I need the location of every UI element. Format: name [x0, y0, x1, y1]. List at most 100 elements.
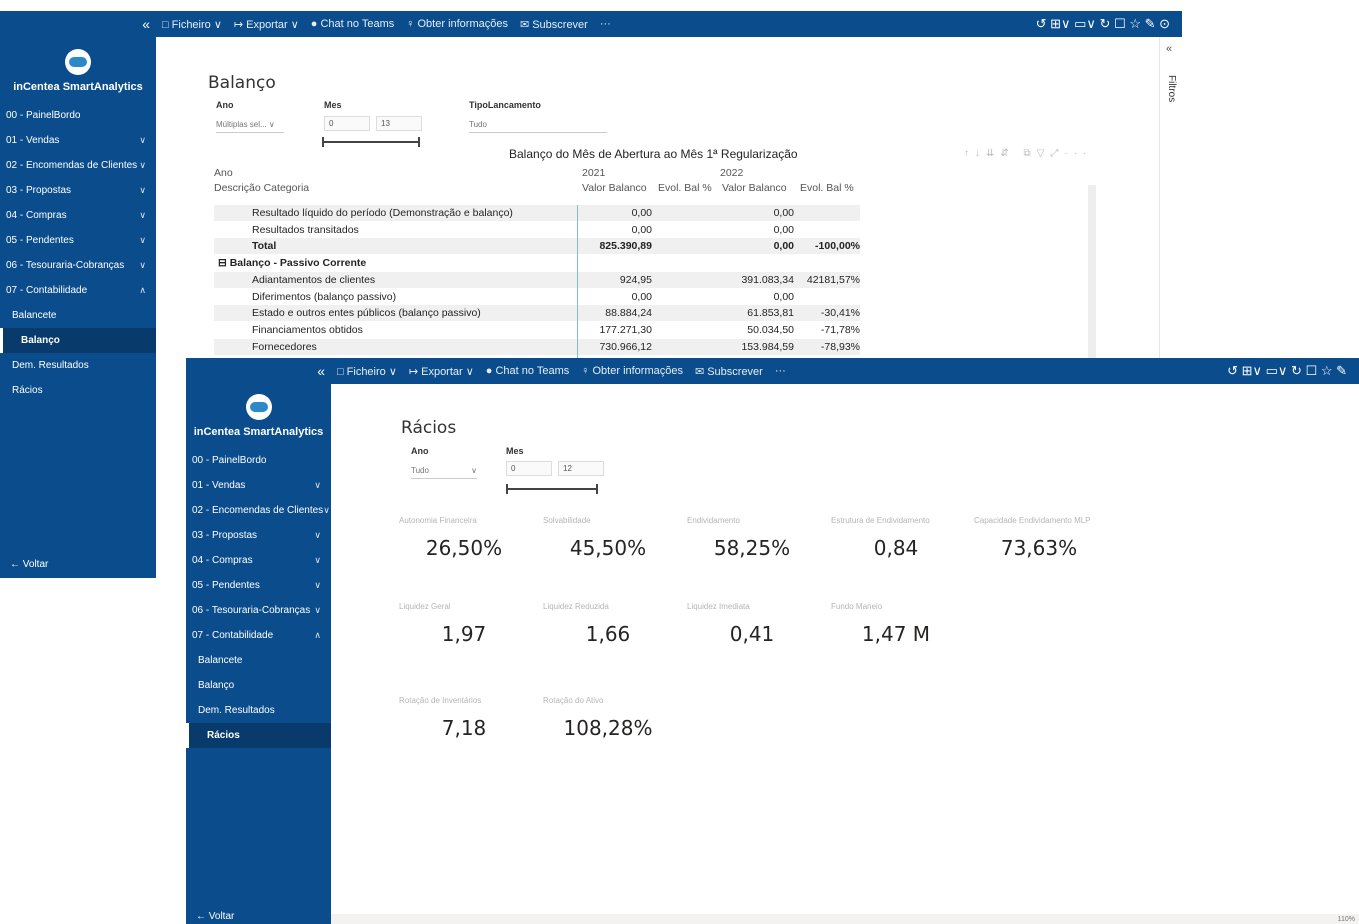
ano-slicer-dropdown[interactable]: Múltiplas sel... ∨	[216, 120, 284, 133]
table-row[interactable]: Adiantamentos de clientes 924,95 391.083,3…	[214, 271, 860, 288]
nav-subitem-balanco-active[interactable]: Balanço	[0, 328, 156, 353]
nav-item-compras[interactable]: 04 - Compras ∨	[0, 203, 156, 228]
toolbar-right-icons[interactable]: ↺ ⊞∨ ▭∨ ↻ ☐ ☆ ✎ ⊙	[1036, 16, 1182, 32]
kpi-value[interactable]: 1,66	[543, 622, 673, 646]
back-link[interactable]: ← Voltar	[196, 911, 234, 922]
table-row[interactable]: Fornecedores 730.966,12 153.984,59 -78,93%	[214, 338, 860, 355]
teams-icon: ●	[310, 18, 318, 30]
chevron-down-icon: ∨	[139, 185, 146, 195]
collapse-nav-icon[interactable]: «	[0, 16, 156, 32]
kpi-value[interactable]: 1,47 M	[831, 622, 961, 646]
nav-item-propostas[interactable]: 03 - Propostas ∨	[0, 178, 156, 203]
mes-to-input[interactable]: 13	[376, 116, 422, 131]
get-insights-button[interactable]: ♀ Obter informações	[406, 18, 508, 30]
file-menu[interactable]: □ Ficheiro ∨	[337, 365, 397, 378]
kpi-value[interactable]: 7,18	[399, 716, 529, 740]
table-row[interactable]: Resultado líquido do período (Demonstraç…	[214, 205, 860, 221]
nav-item-encomendas[interactable]: 02 - Encomendas de Clientes ∨	[186, 498, 331, 523]
brand-logo-icon	[245, 394, 272, 420]
mes-range-slider[interactable]	[506, 488, 598, 490]
slider-handle-left[interactable]	[506, 484, 508, 494]
nav-item-vendas[interactable]: 01 - Vendas ∨	[0, 128, 156, 153]
table-row[interactable]: Resultados transitados 0,00 0,00	[214, 222, 860, 238]
table-header-row-2: Descrição Categoria Valor Balanco Evol. …	[214, 180, 874, 196]
get-insights-label: Obter informações	[417, 18, 508, 30]
get-insights-button[interactable]: ♀ Obter informações	[581, 365, 683, 377]
nav-item-painel-bordo[interactable]: 00 - PainelBordo	[0, 103, 156, 128]
kpi-value[interactable]: 0,41	[687, 622, 817, 646]
mes-from-input[interactable]: 0	[506, 461, 552, 476]
nav-subitem-racios[interactable]: Rácios	[0, 378, 156, 403]
tipo-slicer-dropdown[interactable]: Tudo	[469, 120, 607, 133]
file-menu[interactable]: □ Ficheiro ∨	[162, 18, 222, 31]
nav-item-pendentes[interactable]: 05 - Pendentes ∨	[0, 228, 156, 253]
header-cell[interactable]: Evol. Bal %	[800, 180, 854, 196]
nav-subitem-balanco[interactable]: Balanço	[186, 673, 331, 698]
ano-slicer-dropdown[interactable]: Tudo ∨	[411, 466, 477, 479]
header-cell[interactable]: Evol. Bal %	[658, 180, 712, 196]
nav-subitem-dem-resultados[interactable]: Dem. Resultados	[0, 353, 156, 378]
nav-item-tesouraria[interactable]: 06 - Tesouraria-Cobranças ∨	[0, 253, 156, 278]
kpi-value[interactable]: 73,63%	[974, 536, 1104, 560]
visual-header-icons[interactable]: ↑↓⇊⇵ ⧉▽⤢···	[964, 148, 1092, 159]
nav-item-contabilidade[interactable]: 07 - Contabilidade ∧	[186, 623, 331, 648]
subscribe-button[interactable]: ✉ Subscrever	[520, 18, 588, 31]
chevron-down-icon: ∨	[323, 505, 330, 515]
filters-label[interactable]: Filtros	[1166, 75, 1177, 102]
mes-to-input[interactable]: 12	[558, 461, 604, 476]
table-row[interactable]: Estado e outros entes públicos (balanço …	[214, 305, 860, 322]
nav-item-propostas[interactable]: 03 - Propostas ∨	[186, 523, 331, 548]
tipo-slicer-label: TipoLancamento	[469, 100, 541, 110]
nav-item-tesouraria[interactable]: 06 - Tesouraria-Cobranças ∨	[186, 598, 331, 623]
nav-item-painel-bordo[interactable]: 00 - PainelBordo	[186, 448, 331, 473]
header-cell[interactable]: Descrição Categoria	[214, 180, 309, 196]
kpi-value[interactable]: 1,97	[399, 622, 529, 646]
nav-subitem-dem-resultados[interactable]: Dem. Resultados	[186, 698, 331, 723]
nav-subitem-racios-active[interactable]: Rácios	[186, 723, 331, 748]
teams-chat-button[interactable]: ● Chat no Teams	[311, 18, 394, 30]
toolbar-right-icons[interactable]: ↺ ⊞∨ ▭∨ ↻ ☐ ☆ ✎	[1227, 363, 1359, 379]
ano-slicer-value: Tudo	[411, 466, 429, 475]
nav-item-pendentes[interactable]: 05 - Pendentes ∨	[186, 573, 331, 598]
collapse-nav-icon[interactable]: «	[186, 363, 331, 379]
kpi-value[interactable]: 0,84	[831, 536, 961, 560]
zoom-level[interactable]: 110%	[1338, 916, 1355, 923]
table-row[interactable]: Diferimentos (balanço passivo) 0,00 0,00	[214, 289, 860, 305]
back-link[interactable]: ← Voltar	[10, 559, 48, 570]
kpi-label: Endividamento	[687, 516, 740, 525]
more-options-icon[interactable]: ···	[600, 18, 611, 30]
teams-chat-button[interactable]: ● Chat no Teams	[486, 365, 569, 377]
nav-label: 07 - Contabilidade	[6, 285, 88, 296]
nav-item-contabilidade[interactable]: 07 - Contabilidade ∧	[0, 278, 156, 303]
slider-handle-right[interactable]	[418, 137, 420, 147]
row-label: Resultados transitados	[252, 223, 359, 236]
mes-range-slider[interactable]	[322, 141, 420, 143]
table-row[interactable]: Financiamentos obtidos 177.271,30 50.034,5…	[214, 322, 860, 338]
header-cell[interactable]: Valor Balanco	[722, 180, 787, 196]
nav-subitem-balancete[interactable]: Balancete	[186, 648, 331, 673]
nav-subitem-balancete[interactable]: Balancete	[0, 303, 156, 328]
export-menu[interactable]: ↦ Exportar ∨	[234, 18, 299, 31]
chevron-down-icon: ∨	[139, 260, 146, 270]
more-options-icon[interactable]: ···	[775, 365, 786, 377]
nav-item-vendas[interactable]: 01 - Vendas ∨	[186, 473, 331, 498]
table-header-row-1: Ano 2021 2022	[214, 165, 874, 181]
slider-handle-right[interactable]	[596, 484, 598, 494]
table-row[interactable]: ⊟ Balanço - Passivo Corrente	[214, 255, 860, 271]
table-cell: 0,00	[631, 223, 652, 236]
kpi-value[interactable]: 108,28%	[543, 716, 673, 740]
table-row[interactable]: Total 825.390,89 0,00 -100,00%	[214, 238, 860, 255]
expand-filters-icon[interactable]: «	[1166, 43, 1172, 55]
kpi-value[interactable]: 58,25%	[687, 536, 817, 560]
export-menu[interactable]: ↦ Exportar ∨	[409, 365, 474, 378]
kpi-value[interactable]: 45,50%	[543, 536, 673, 560]
slider-handle-left[interactable]	[322, 137, 324, 147]
header-cell[interactable]: Valor Balanco	[582, 180, 647, 196]
nav-label: 03 - Propostas	[192, 530, 258, 541]
kpi-value[interactable]: 26,50%	[399, 536, 529, 560]
table-scrollbar[interactable]	[1088, 185, 1096, 385]
nav-item-compras[interactable]: 04 - Compras ∨	[186, 548, 331, 573]
subscribe-button[interactable]: ✉ Subscrever	[695, 365, 763, 378]
mes-from-input[interactable]: 0	[324, 116, 370, 131]
nav-item-encomendas[interactable]: 02 - Encomendas de Clientes ∨	[0, 153, 156, 178]
